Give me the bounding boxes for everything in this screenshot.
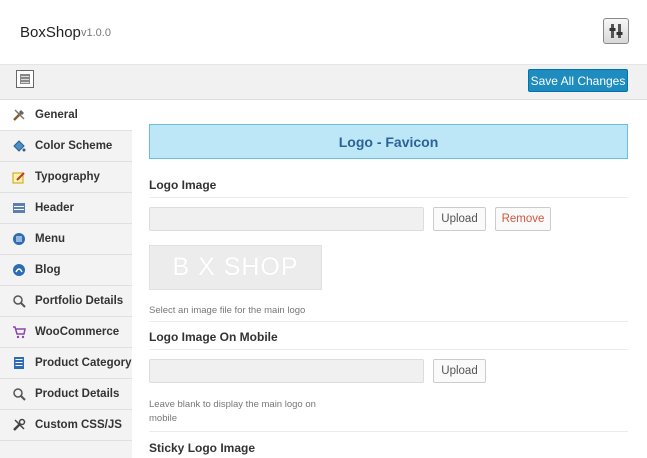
logo-mobile-title: Logo Image On Mobile — [149, 330, 278, 344]
sidebar-item-label: Product Details — [35, 388, 120, 400]
list-icon — [12, 356, 26, 370]
sidebar-item-label: Custom CSS/JS — [35, 419, 122, 431]
collapse-button[interactable] — [16, 70, 34, 88]
logo-remove-button[interactable]: Remove — [495, 207, 551, 231]
sidebar-item-label: Typography — [35, 171, 100, 183]
logo-mobile-upload-button[interactable]: Upload — [433, 359, 486, 383]
sidebar-item-product-category[interactable]: Product Category — [0, 348, 132, 379]
sidebar-item-label: Portfolio Details — [35, 295, 124, 307]
save-all-changes-button[interactable]: Save All Changes — [528, 69, 628, 92]
sidebar-item-more[interactable] — [0, 441, 132, 458]
sidebar-item-label: Header — [35, 202, 74, 214]
divider — [149, 431, 628, 432]
sidebar-item-product-details[interactable]: Product Details — [0, 379, 132, 410]
sticky-logo-title: Sticky Logo Image — [149, 441, 256, 455]
logo-preview: B X SHOP — [149, 245, 322, 290]
sidebar-item-general[interactable]: General — [0, 100, 132, 131]
sidebar-item-woocommerce[interactable]: WooCommerce — [0, 317, 132, 348]
logo-image-description: Select an image file for the main logo — [149, 305, 306, 316]
app-header: BoxShop v1.0.0 — [0, 0, 647, 65]
sidebar-item-label: Blog — [35, 264, 61, 276]
sidebar-item-portfolio-details[interactable]: Portfolio Details — [0, 286, 132, 317]
magnifier-icon — [12, 294, 26, 308]
divider — [149, 197, 628, 198]
tools-icon — [609, 24, 623, 38]
sidebar-item-typography[interactable]: Typography — [0, 162, 132, 193]
cart-icon — [12, 325, 26, 339]
sidebar-item-label: WooCommerce — [35, 326, 120, 338]
divider — [149, 321, 628, 322]
tools-icon — [12, 108, 26, 122]
logo-upload-button[interactable]: Upload — [433, 207, 486, 231]
blog-icon — [12, 263, 26, 277]
sidebar-item-color-scheme[interactable]: Color Scheme — [0, 131, 132, 162]
wrench-icon — [12, 418, 26, 432]
header-icon — [12, 201, 26, 215]
logo-mobile-description-line2: mobile — [149, 413, 177, 424]
sidebar-item-header[interactable]: Header — [0, 193, 132, 224]
logo-image-title: Logo Image — [149, 178, 217, 192]
pencil-icon — [12, 170, 26, 184]
tools-button[interactable] — [603, 18, 629, 44]
magnifier-icon — [12, 387, 26, 401]
logo-preview-text: B X SHOP — [172, 253, 299, 281]
collapse-icon — [20, 74, 30, 84]
sidebar-item-custom-css-js[interactable]: Custom CSS/JS — [0, 410, 132, 441]
version-label: v1.0.0 — [81, 27, 111, 39]
logo-mobile-description-line1: Leave blank to display the main logo on — [149, 399, 316, 410]
brand-name: BoxShop — [20, 24, 81, 41]
menu-icon — [12, 232, 26, 246]
logo-mobile-url-input[interactable] — [149, 359, 424, 383]
section-title: Logo - Favicon — [149, 124, 628, 159]
divider — [149, 349, 628, 350]
sidebar-item-label: Product Category — [35, 357, 132, 369]
paint-bucket-icon — [12, 139, 26, 153]
sidebar-item-label: General — [35, 109, 78, 121]
sidebar-item-label: Color Scheme — [35, 140, 113, 152]
logo-image-url-input[interactable] — [149, 207, 424, 231]
sidebar: General Color Scheme Typography Header M… — [0, 100, 132, 458]
sidebar-item-blog[interactable]: Blog — [0, 255, 132, 286]
sidebar-item-menu[interactable]: Menu — [0, 224, 132, 255]
sidebar-item-label: Menu — [35, 233, 66, 245]
